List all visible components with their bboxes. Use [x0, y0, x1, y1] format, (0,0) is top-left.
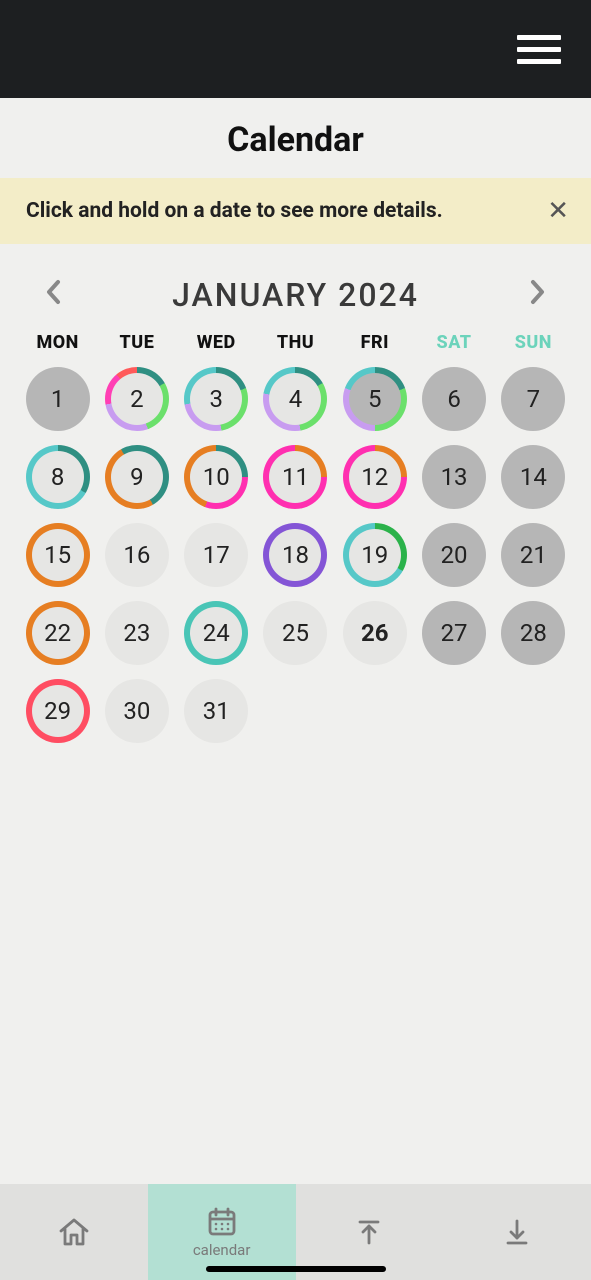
day-number: 27	[441, 619, 468, 647]
day-number: 14	[520, 463, 547, 491]
calendar-day[interactable]: 31	[184, 679, 248, 743]
month-navigation: JANUARY 2024	[0, 244, 591, 332]
calendar-day[interactable]: 8	[26, 445, 90, 509]
day-number: 15	[44, 541, 71, 569]
home-icon	[57, 1215, 91, 1249]
calendar-day[interactable]: 9	[105, 445, 169, 509]
calendar-icon	[205, 1205, 239, 1239]
day-of-week-header: SUN	[496, 332, 571, 353]
close-icon[interactable]: ✕	[543, 196, 573, 226]
day-number: 4	[289, 385, 303, 413]
tab-download[interactable]	[443, 1184, 591, 1280]
day-number: 12	[361, 463, 388, 491]
calendar-day[interactable]: 22	[26, 601, 90, 665]
calendar-day[interactable]: 1	[26, 367, 90, 431]
page-title: Calendar	[0, 98, 591, 178]
day-number: 6	[447, 385, 461, 413]
calendar-day[interactable]: 10	[184, 445, 248, 509]
calendar-day[interactable]: 19	[343, 523, 407, 587]
day-number: 25	[282, 619, 309, 647]
calendar-day[interactable]: 14	[501, 445, 565, 509]
calendar-day[interactable]: 4	[263, 367, 327, 431]
month-label: JANUARY 2024	[172, 276, 419, 314]
day-number: 16	[123, 541, 150, 569]
calendar-day[interactable]: 5	[343, 367, 407, 431]
day-number: 19	[361, 541, 388, 569]
calendar-day[interactable]: 21	[501, 523, 565, 587]
day-number: 2	[130, 385, 144, 413]
calendar-day[interactable]: 26	[343, 601, 407, 665]
app-header	[0, 0, 591, 98]
upload-icon	[352, 1215, 386, 1249]
day-number: 30	[123, 697, 150, 725]
calendar-day[interactable]: 17	[184, 523, 248, 587]
calendar-day[interactable]: 6	[422, 367, 486, 431]
day-number: 22	[44, 619, 71, 647]
day-of-week-header: TUE	[99, 332, 174, 353]
day-of-week-header: SAT	[416, 332, 491, 353]
calendar-day[interactable]: 13	[422, 445, 486, 509]
day-number: 23	[123, 619, 150, 647]
day-number: 1	[51, 385, 65, 413]
hint-bar: Click and hold on a date to see more det…	[0, 178, 591, 244]
menu-icon[interactable]	[517, 35, 561, 64]
calendar-day[interactable]: 11	[263, 445, 327, 509]
day-number: 13	[441, 463, 468, 491]
day-number: 21	[520, 541, 547, 569]
calendar-day[interactable]: 29	[26, 679, 90, 743]
calendar-day[interactable]: 16	[105, 523, 169, 587]
prev-month-button[interactable]	[44, 278, 62, 313]
day-of-week-header: WED	[179, 332, 254, 353]
calendar-day[interactable]: 28	[501, 601, 565, 665]
day-number: 9	[130, 463, 144, 491]
day-number: 10	[203, 463, 230, 491]
next-month-button[interactable]	[529, 278, 547, 313]
calendar-day[interactable]: 23	[105, 601, 169, 665]
calendar-day[interactable]: 12	[343, 445, 407, 509]
day-of-week-header: FRI	[337, 332, 412, 353]
day-number: 3	[209, 385, 223, 413]
download-icon	[500, 1215, 534, 1249]
calendar-day[interactable]: 2	[105, 367, 169, 431]
home-indicator	[206, 1266, 386, 1272]
calendar-day[interactable]: 25	[263, 601, 327, 665]
calendar-day[interactable]: 20	[422, 523, 486, 587]
day-number: 18	[282, 541, 309, 569]
calendar-day[interactable]: 7	[501, 367, 565, 431]
day-number: 26	[361, 619, 389, 647]
day-of-week-header: MON	[20, 332, 95, 353]
day-number: 5	[368, 385, 382, 413]
hint-text: Click and hold on a date to see more det…	[26, 199, 443, 223]
calendar-grid: MONTUEWEDTHUFRISATSUN1234567891011121314…	[0, 332, 591, 743]
day-number: 24	[203, 619, 230, 647]
day-number: 28	[520, 619, 547, 647]
tab-calendar-label: calendar	[193, 1241, 251, 1259]
calendar-day[interactable]: 15	[26, 523, 90, 587]
day-number: 8	[51, 463, 65, 491]
calendar-day[interactable]: 3	[184, 367, 248, 431]
calendar-day[interactable]: 30	[105, 679, 169, 743]
day-number: 20	[441, 541, 468, 569]
day-number: 29	[44, 697, 71, 725]
tab-home[interactable]	[0, 1184, 148, 1280]
day-number: 11	[282, 463, 309, 491]
day-of-week-header: THU	[258, 332, 333, 353]
day-number: 7	[527, 385, 541, 413]
calendar-day[interactable]: 27	[422, 601, 486, 665]
day-number: 31	[203, 697, 230, 725]
day-number: 17	[203, 541, 230, 569]
calendar-day[interactable]: 24	[184, 601, 248, 665]
calendar-day[interactable]: 18	[263, 523, 327, 587]
